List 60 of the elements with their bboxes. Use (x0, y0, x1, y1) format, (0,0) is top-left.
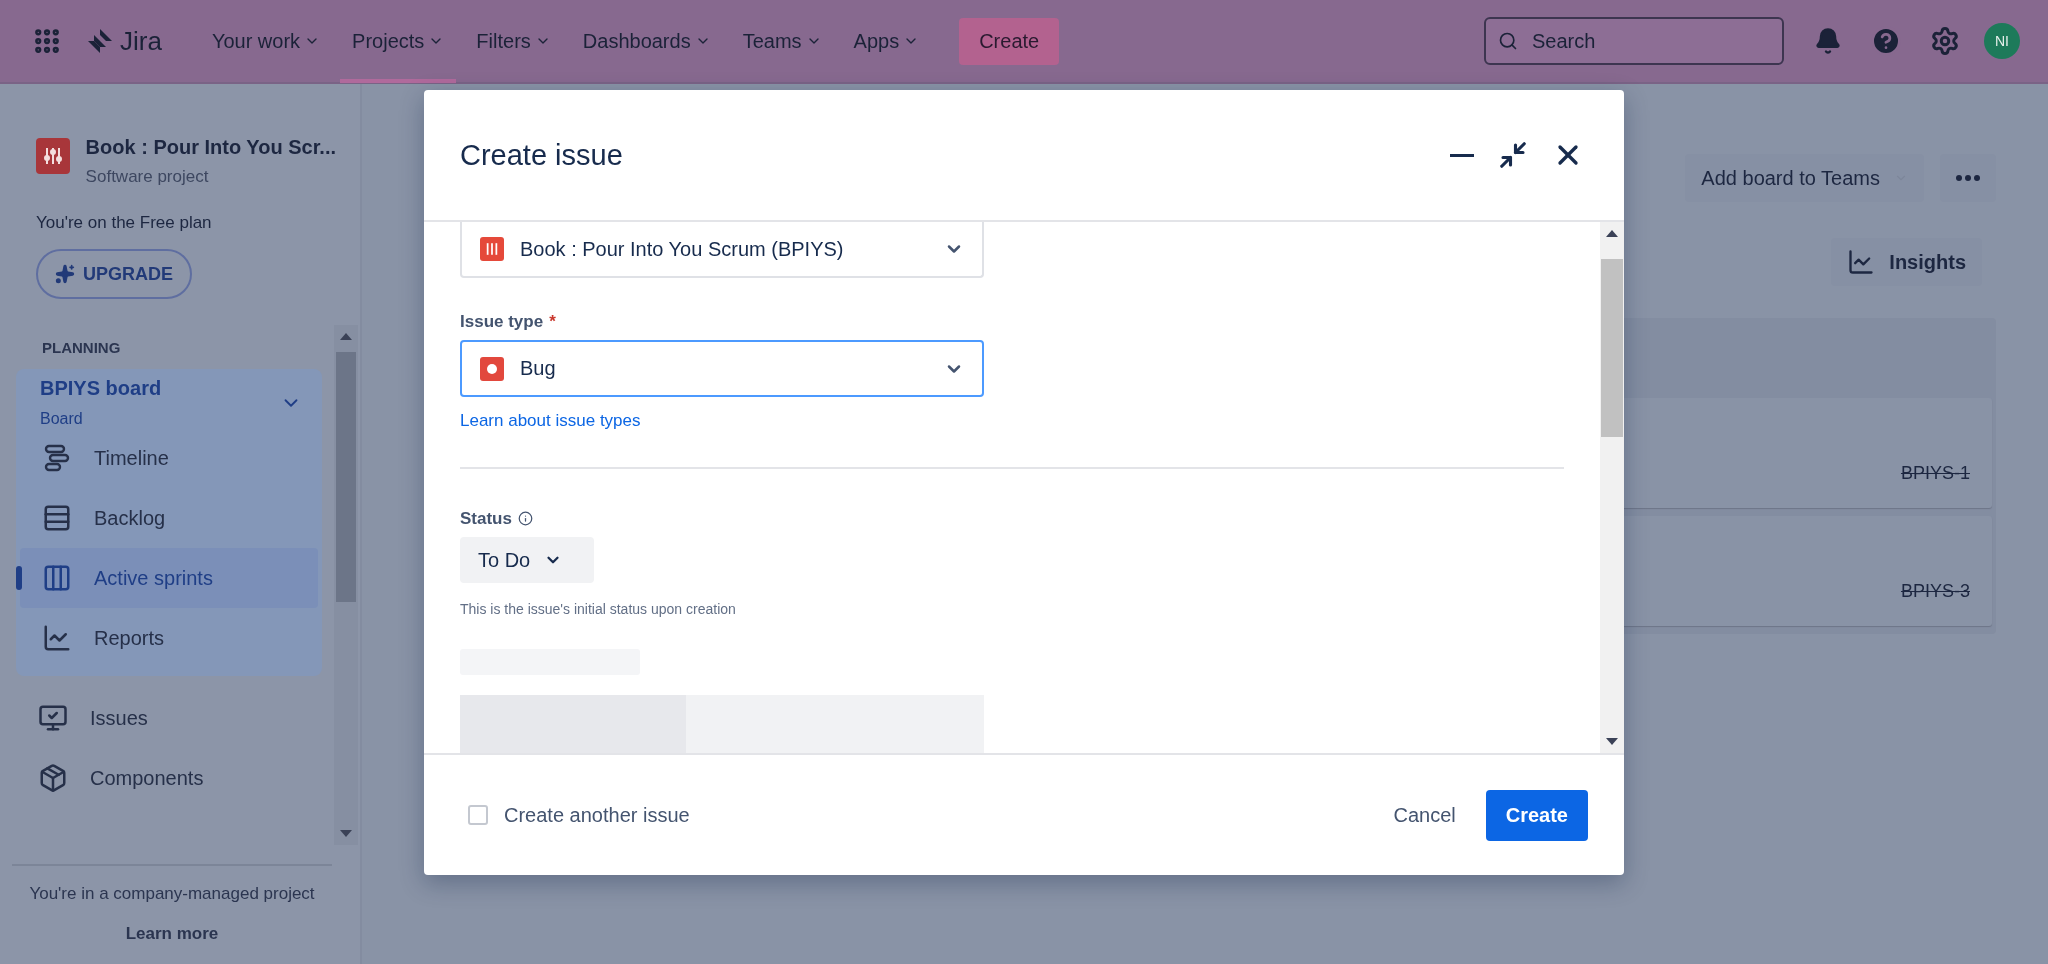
scrollbar[interactable] (334, 325, 358, 845)
project-icon (36, 138, 70, 174)
sidebar-item[interactable]: Timeline (20, 428, 318, 488)
nav-menu-item[interactable]: Dashboards (570, 3, 723, 83)
create-button[interactable]: Create (959, 17, 1060, 65)
search-field[interactable]: Search (1484, 17, 1784, 65)
learn-issue-types-link[interactable]: Learn about issue types (460, 410, 1564, 431)
section-heading: PLANNING (41, 338, 122, 358)
plan-note: You're on the Free plan (36, 213, 213, 233)
product-name: Jira (120, 25, 162, 57)
timeline-icon (42, 443, 72, 473)
cancel-button[interactable]: Cancel (1373, 791, 1476, 839)
checkbox-label: Create another issue (504, 803, 690, 827)
minimize-icon (1450, 153, 1474, 157)
project-type: Software project (85, 167, 210, 187)
helper-text: This is the issue's initial status upon creation (460, 601, 737, 618)
monitor-check-icon (38, 703, 68, 733)
issue-key: BPIYS-1 (1900, 463, 1970, 484)
project-name[interactable]: Book : Pour Into You Scr... (85, 136, 336, 159)
scrollbar[interactable] (1600, 222, 1624, 753)
backlog-icon (42, 503, 72, 533)
selection-indicator (16, 566, 22, 590)
user-avatar[interactable]: NI (1984, 23, 2020, 59)
info-icon (517, 511, 533, 527)
search-icon (1498, 31, 1518, 51)
sidebar-item[interactable]: Reports (20, 608, 318, 668)
status-dropdown[interactable]: To Do (460, 536, 594, 584)
sidebar-item[interactable]: Issues (16, 688, 334, 748)
jira-logo-icon (86, 27, 114, 55)
columns-icon (42, 563, 72, 593)
collapse-arrows-icon (1498, 140, 1528, 170)
checkbox[interactable] (468, 805, 488, 825)
chart-line-icon (42, 623, 72, 653)
dialog-title: Create issue (460, 138, 624, 172)
issue-key: BPIYS-3 (1900, 581, 1970, 602)
board-switcher[interactable]: BPIYS board Board (20, 377, 318, 428)
sidebar-item[interactable]: Components (16, 748, 334, 808)
upgrade-button[interactable]: UPGRADE (36, 249, 192, 299)
bell-icon (1814, 27, 1842, 55)
chart-line-icon (1847, 248, 1876, 276)
create-button[interactable]: Create (1485, 789, 1588, 841)
nav-menu-item[interactable]: Apps (841, 3, 932, 83)
package-icon (38, 763, 68, 793)
nav-menu-item[interactable]: Filters (464, 3, 563, 83)
nav-menu-item[interactable]: Teams (730, 3, 834, 83)
project-mode-note: You're in a company-managed project (29, 884, 315, 904)
learn-more-link[interactable]: Learn more (125, 924, 219, 944)
create-another-checkbox[interactable]: Create another issue (468, 803, 1364, 827)
bug-icon (480, 356, 504, 381)
issue-type-select[interactable]: Bug (460, 340, 984, 397)
sidebar-item[interactable]: Backlog (20, 488, 318, 548)
field-label: Status (460, 508, 512, 529)
more-icon (1956, 175, 1980, 181)
project-icon (480, 237, 504, 262)
field-label: Issue type (460, 312, 544, 333)
settings-icon (1930, 26, 1960, 56)
required-mark: * (549, 312, 556, 333)
sparkles-icon (55, 264, 75, 284)
project-select[interactable]: Book : Pour Into You Scrum (BPIYS) (460, 222, 984, 279)
nav-menu-item[interactable]: Your work (199, 3, 333, 83)
